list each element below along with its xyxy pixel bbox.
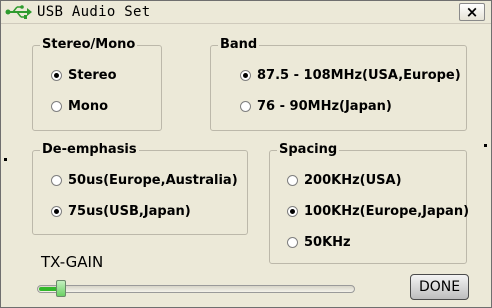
radio-label: 75us(USB,Japan) — [68, 203, 191, 219]
radio-label: 200KHz(USA) — [304, 172, 402, 188]
tx-gain-slider-track[interactable] — [37, 285, 355, 293]
radio-200khz[interactable]: 200KHz(USA) — [287, 171, 402, 189]
radio-button[interactable] — [287, 205, 298, 217]
band-label: Band — [218, 37, 260, 53]
radio-button[interactable] — [51, 205, 62, 217]
radio-label: Mono — [68, 98, 109, 114]
radio-label: 50KHz — [304, 234, 351, 250]
done-button[interactable]: DONE — [410, 274, 469, 300]
usb-icon — [5, 5, 32, 19]
done-button-label: DONE — [418, 279, 461, 295]
close-button[interactable]: × — [459, 3, 485, 21]
window-title: USB Audio Set — [37, 4, 151, 20]
spacing-label: Spacing — [277, 142, 340, 158]
radio-band-87-108[interactable]: 87.5 - 108MHz(USA,Europe) — [240, 66, 461, 84]
radio-button[interactable] — [287, 236, 298, 248]
de-emphasis-group: De-emphasis 50us(Europe,Australia) 75us(… — [32, 142, 248, 235]
spacing-group: Spacing 200KHz(USA) 100KHz(Europe,Japan)… — [269, 142, 469, 264]
radio-label: 50us(Europe,Australia) — [68, 172, 238, 188]
radio-100khz[interactable]: 100KHz(Europe,Japan) — [287, 202, 469, 220]
radio-button[interactable] — [240, 69, 251, 81]
edge-mark — [4, 158, 7, 161]
stereo-mono-group: Stereo/Mono Stereo Mono — [32, 37, 162, 131]
close-icon: × — [465, 3, 479, 21]
radio-mono[interactable]: Mono — [51, 97, 108, 115]
radio-75us[interactable]: 75us(USB,Japan) — [51, 202, 191, 220]
radio-50us[interactable]: 50us(Europe,Australia) — [51, 171, 238, 189]
band-group: Band 87.5 - 108MHz(USA,Europe) 76 - 90MH… — [210, 37, 467, 131]
radio-label: Stereo — [68, 67, 117, 83]
de-emphasis-label: De-emphasis — [40, 142, 139, 158]
usb-audio-set-window: USB Audio Set × Stereo/Mono Stereo Mono … — [0, 0, 492, 308]
radio-button[interactable] — [51, 100, 62, 112]
radio-button[interactable] — [287, 174, 298, 186]
radio-label: 87.5 - 108MHz(USA,Europe) — [257, 67, 461, 83]
radio-label: 76 - 90MHz(Japan) — [257, 98, 392, 114]
stereo-mono-label: Stereo/Mono — [40, 37, 138, 53]
tx-gain-label: TX-GAIN — [41, 253, 104, 271]
tx-gain-slider-thumb[interactable] — [56, 280, 66, 297]
radio-band-76-90[interactable]: 76 - 90MHz(Japan) — [240, 97, 392, 115]
radio-button[interactable] — [240, 100, 251, 112]
radio-label: 100KHz(Europe,Japan) — [304, 203, 470, 219]
radio-50khz[interactable]: 50KHz — [287, 233, 351, 251]
radio-button[interactable] — [51, 69, 62, 81]
edge-mark — [484, 144, 487, 147]
radio-button[interactable] — [51, 174, 62, 186]
title-bar[interactable]: USB Audio Set × — [1, 1, 491, 24]
radio-stereo[interactable]: Stereo — [51, 66, 117, 84]
